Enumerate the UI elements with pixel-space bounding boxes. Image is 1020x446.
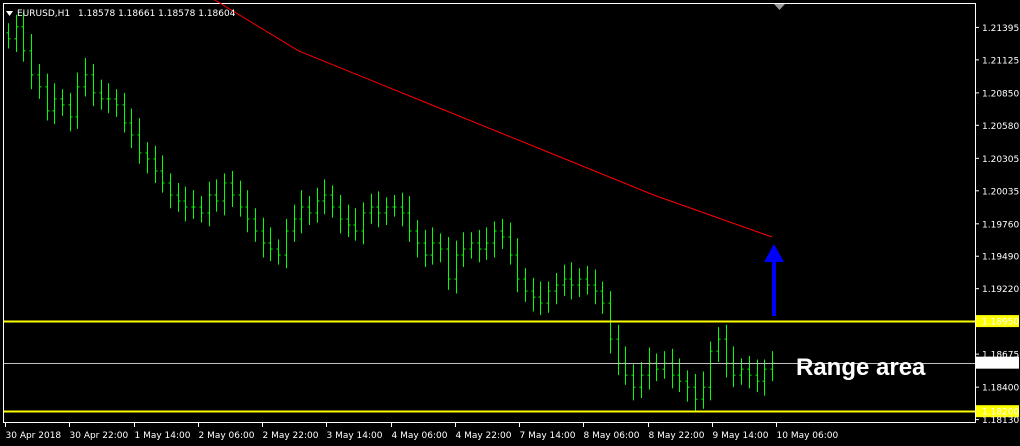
time-tick-label: 4 May 06:00 (392, 431, 448, 441)
time-tick-label: 2 May 06:00 (199, 431, 255, 441)
price-tick-label: 1.21395 (982, 24, 1019, 34)
price-tick-label: 1.20580 (982, 122, 1019, 132)
price-chart[interactable]: 1.21395 1.21125 1.20850 1.20580 1.20305 1.200… (0, 0, 1020, 446)
time-tick-label: 8 May 22:00 (649, 431, 705, 441)
price-tick-label: 1.19220 (982, 285, 1019, 295)
price-tick-label: 1.18400 (982, 384, 1019, 394)
price-tick-label: 1.18130 (982, 416, 1019, 426)
time-tick-label: 8 May 06:00 (584, 431, 640, 441)
time-tick-label: 9 May 14:00 (713, 431, 769, 441)
range-area-label: Range area (796, 354, 926, 381)
price-tick-label: 1.19760 (982, 220, 1019, 230)
price-tick-label: 1.19490 (982, 253, 1019, 263)
time-tick-label: 7 May 14:00 (520, 431, 576, 441)
time-tick-label: 1 May 14:00 (135, 431, 191, 441)
time-tick-label: 2 May 22:00 (263, 431, 319, 441)
price-tick-label: 1.21125 (982, 56, 1019, 66)
ohlc-values: 1.18578 1.18661 1.18578 1.18604 (78, 9, 236, 19)
price-tick-label: 1.20305 (982, 155, 1019, 165)
time-tick-label: 30 Apr 2018 (6, 431, 62, 441)
price-tick-label: 1.18604 (982, 359, 1019, 369)
price-tick-label: 1.18950 (982, 318, 1019, 328)
symbol-label: EURUSD,H1 (17, 9, 70, 19)
price-tick-label: 1.20035 (982, 187, 1019, 197)
time-tick-label: 3 May 14:00 (327, 431, 383, 441)
time-tick-label: 30 Apr 22:00 (70, 431, 129, 441)
price-tick-label: 1.20850 (982, 89, 1019, 99)
time-tick-label: 4 May 22:00 (456, 431, 512, 441)
time-tick-label: 10 May 06:00 (777, 431, 839, 441)
